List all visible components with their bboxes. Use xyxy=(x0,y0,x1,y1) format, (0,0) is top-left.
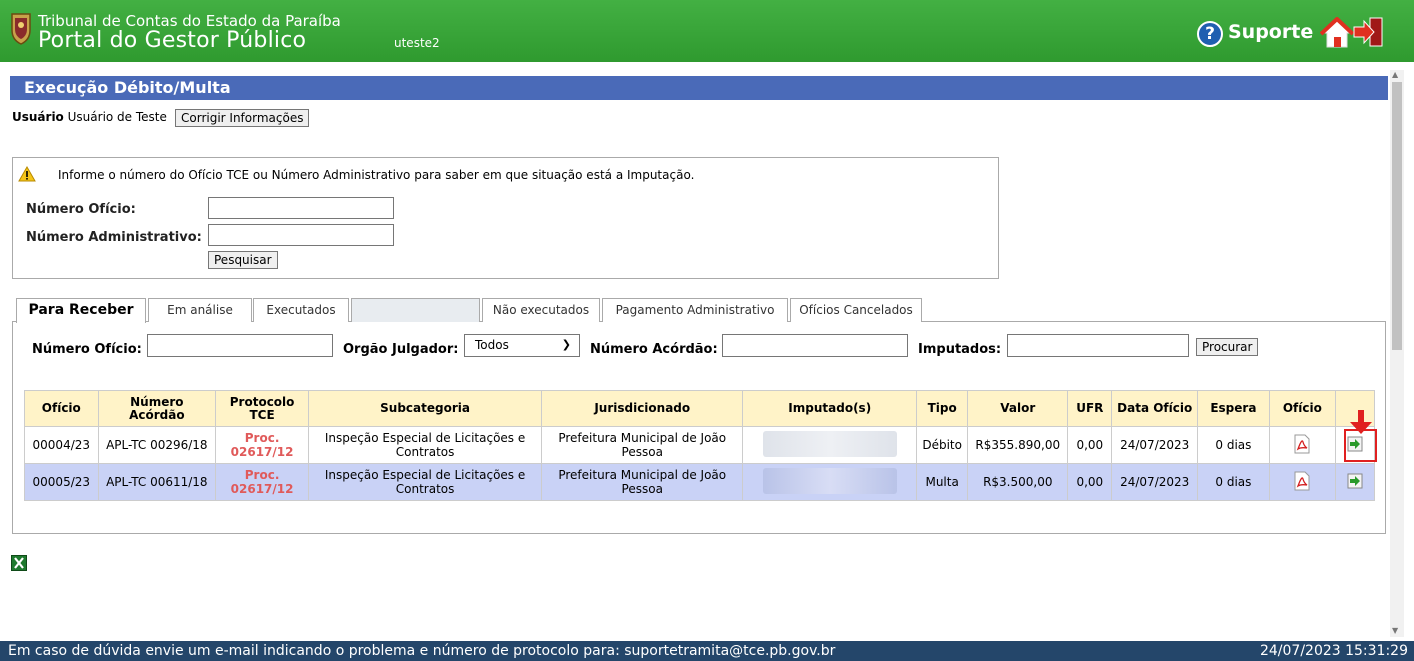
crest-icon xyxy=(11,13,31,45)
cell-tipo: Multa xyxy=(916,463,969,501)
search-instructions: Informe o número do Ofício TCE ou Número… xyxy=(58,168,695,182)
tab-oficios-cancelados[interactable]: Ofícios Cancelados xyxy=(790,298,922,322)
excel-icon[interactable] xyxy=(11,555,27,571)
col-valor: Valor xyxy=(967,390,1069,427)
cell-imputados xyxy=(742,463,918,501)
filter-imputados-label: Imputados: xyxy=(918,342,1002,357)
filter-numero-oficio-label: Número Ofício: xyxy=(32,342,142,357)
user-label: Usuário xyxy=(12,110,64,124)
pesquisar-button[interactable]: Pesquisar xyxy=(208,251,278,269)
cell-oficio-doc xyxy=(1268,426,1337,464)
col-imputados: Imputado(s) xyxy=(742,390,918,427)
cell-espera: 0 dias xyxy=(1197,463,1270,501)
procurar-button[interactable]: Procurar xyxy=(1196,338,1259,356)
cell-numero-acordao: APL-TC 00296/18 xyxy=(97,426,217,464)
cell-oficio-doc xyxy=(1268,463,1337,501)
results-table: Ofício Número Acórdão Protocolo TCE Subc… xyxy=(24,390,1375,501)
col-ufr: UFR xyxy=(1067,390,1113,427)
col-oficio-doc: Ofício xyxy=(1268,390,1337,427)
col-protocolo-tce: Protocolo TCE xyxy=(215,390,310,427)
orgao-julgador-select[interactable]: Todos ❯ xyxy=(464,334,580,357)
cell-valor: R$355.890,00 xyxy=(967,426,1069,464)
cell-jurisdicionado: Prefeitura Municipal de João Pessoa xyxy=(541,426,744,464)
support-link[interactable]: Suporte xyxy=(1228,21,1313,43)
logged-username: uteste2 xyxy=(394,36,440,50)
app-header: Tribunal de Contas do Estado da Paraíba … xyxy=(0,0,1414,62)
cell-valor: R$3.500,00 xyxy=(967,463,1069,501)
chevron-down-icon: ❯ xyxy=(561,338,571,351)
cell-subcategoria: Inspeção Especial de Licitações e Contra… xyxy=(308,463,543,501)
footer-datetime: 24/07/2023 15:31:29 xyxy=(1259,643,1408,659)
pdf-icon[interactable] xyxy=(1294,434,1310,454)
col-numero-acordao: Número Acórdão xyxy=(97,390,217,427)
annotation-highlight-box xyxy=(1344,429,1377,462)
tab-para-receber[interactable]: Para Receber xyxy=(16,298,146,323)
portal-name: Portal do Gestor Público xyxy=(38,28,307,53)
numero-oficio-label: Número Ofício: xyxy=(26,202,136,217)
numero-administrativo-label: Número Administrativo: xyxy=(26,230,202,245)
filter-numero-acordao-label: Número Acórdão: xyxy=(590,342,718,357)
home-icon[interactable] xyxy=(1320,17,1354,49)
redacted-imputado xyxy=(762,430,897,457)
cell-espera: 0 dias xyxy=(1197,426,1270,464)
warning-icon xyxy=(18,166,36,182)
cell-protocolo[interactable]: Proc. 02617/12 xyxy=(215,463,310,501)
filter-numero-oficio-input[interactable] xyxy=(147,334,333,357)
go-icon[interactable] xyxy=(1347,473,1363,489)
tab-em-analise[interactable]: Em análise xyxy=(148,298,252,322)
cell-jurisdicionado: Prefeitura Municipal de João Pessoa xyxy=(541,463,744,501)
cell-numero-acordao: APL-TC 00611/18 xyxy=(97,463,217,501)
filter-numero-acordao-input[interactable] xyxy=(722,334,908,357)
pdf-icon[interactable] xyxy=(1294,471,1310,491)
page-title: Execução Débito/Multa xyxy=(10,76,1388,100)
numero-oficio-input[interactable] xyxy=(208,197,394,219)
filter-orgao-julgador-label: Orgão Julgador: xyxy=(343,342,459,357)
cell-tipo: Débito xyxy=(916,426,969,464)
cell-oficio: 00005/23 xyxy=(24,463,99,501)
orgao-julgador-value: Todos xyxy=(475,338,509,352)
col-jurisdicionado: Jurisdicionado xyxy=(541,390,744,427)
cell-data-oficio: 24/07/2023 xyxy=(1111,426,1199,464)
scroll-thumb[interactable] xyxy=(1392,82,1402,350)
tab-pagamento-administrativo[interactable]: Pagamento Administrativo xyxy=(602,298,788,322)
protocolo-link-line2[interactable]: 02617/12 xyxy=(220,482,304,496)
table-row[interactable]: 00005/23 APL-TC 00611/18 Proc. 02617/12 … xyxy=(24,463,1375,501)
cell-data-oficio: 24/07/2023 xyxy=(1111,463,1199,501)
col-espera: Espera xyxy=(1197,390,1270,427)
exit-icon[interactable] xyxy=(1352,15,1386,49)
cell-ufr: 0,00 xyxy=(1067,426,1113,464)
user-info: Usuário Usuário de Teste xyxy=(12,110,167,124)
protocolo-link-line1[interactable]: Proc. xyxy=(220,431,304,445)
cell-oficio: 00004/23 xyxy=(24,426,99,464)
scroll-up-icon[interactable]: ▲ xyxy=(1392,70,1398,79)
table-row[interactable]: 00004/23 APL-TC 00296/18 Proc. 02617/12 … xyxy=(24,426,1375,464)
cell-action xyxy=(1335,463,1375,501)
tab-redacted[interactable] xyxy=(351,298,480,322)
tab-executados[interactable]: Executados xyxy=(253,298,349,322)
user-name: Usuário de Teste xyxy=(67,110,167,124)
protocolo-link-line1[interactable]: Proc. xyxy=(220,468,304,482)
footer-bar: Em caso de dúvida envie um e-mail indica… xyxy=(0,641,1414,661)
col-subcategoria: Subcategoria xyxy=(308,390,543,427)
col-oficio: Ofício xyxy=(24,390,99,427)
help-icon[interactable]: ? xyxy=(1197,21,1223,47)
numero-administrativo-input[interactable] xyxy=(208,224,394,246)
scroll-down-icon[interactable]: ▼ xyxy=(1392,626,1398,635)
protocolo-link-line2[interactable]: 02617/12 xyxy=(220,445,304,459)
footer-message: Em caso de dúvida envie um e-mail indica… xyxy=(8,643,836,659)
col-tipo: Tipo xyxy=(916,390,969,427)
table-header-row: Ofício Número Acórdão Protocolo TCE Subc… xyxy=(24,390,1375,427)
cell-subcategoria: Inspeção Especial de Licitações e Contra… xyxy=(308,426,543,464)
tab-nao-executados[interactable]: Não executados xyxy=(482,298,600,322)
cell-imputados xyxy=(742,426,918,464)
filter-imputados-input[interactable] xyxy=(1007,334,1189,357)
correct-info-button[interactable]: Corrigir Informações xyxy=(175,109,310,127)
cell-protocolo[interactable]: Proc. 02617/12 xyxy=(215,426,310,464)
cell-ufr: 0,00 xyxy=(1067,463,1113,501)
redacted-imputado xyxy=(762,467,897,494)
col-data-oficio: Data Ofício xyxy=(1111,390,1199,427)
